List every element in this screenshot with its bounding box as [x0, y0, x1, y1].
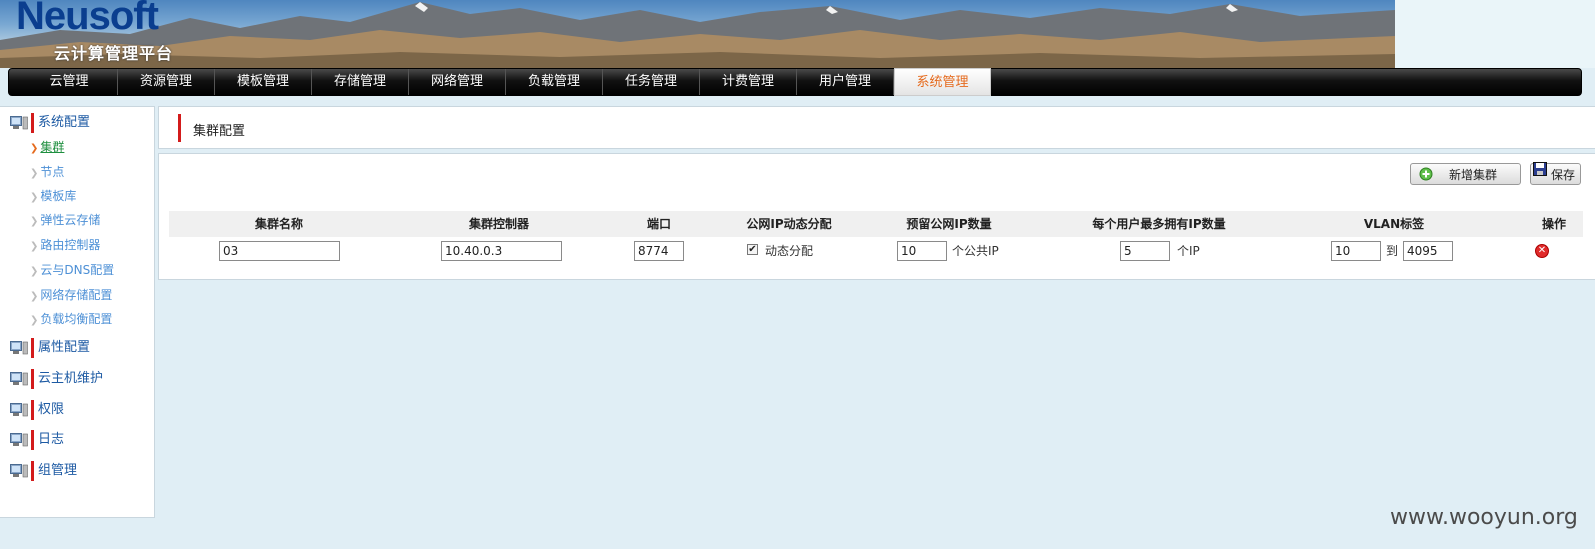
header-port: 端口 — [646, 217, 671, 231]
page-title: 集群配置 — [193, 124, 246, 139]
header-vlan-tag: VLAN标签 — [1363, 217, 1425, 231]
table-header: 集群名称 集群控制器 端口 公网IP动态分配 预留公网IP数量 每个用户最多拥有… — [169, 211, 1583, 237]
sidebar-item-cloud-dns-config[interactable]: ❯ 云与DNS配置 — [30, 261, 114, 279]
chevron-right-icon: ❯ — [30, 192, 39, 203]
header-cluster-name: 集群名称 — [254, 217, 303, 231]
chevron-right-icon: ❯ — [30, 143, 39, 154]
sidebar-section-label: 属性配置 — [38, 340, 91, 355]
tab-resource-management[interactable]: 资源管理 — [118, 69, 215, 95]
section-marker — [31, 113, 34, 133]
section-marker — [31, 338, 34, 358]
mountain-banner — [0, 0, 1395, 68]
sidebar-item-elastic-storage[interactable]: ❯ 弹性云存储 — [30, 211, 100, 229]
sidebar-item-network-storage-config[interactable]: ❯ 网络存储配置 — [30, 286, 112, 304]
add-icon — [1419, 167, 1433, 181]
chevron-right-icon: ❯ — [30, 266, 39, 277]
section-marker — [31, 461, 34, 481]
section-marker — [31, 369, 34, 389]
section-marker — [31, 400, 34, 420]
delete-icon[interactable]: ✕ — [1535, 244, 1549, 258]
title-marker — [178, 114, 181, 142]
chevron-right-icon: ❯ — [30, 241, 39, 252]
page-title-panel: 集群配置 — [158, 106, 1595, 149]
tab-task-management[interactable]: 任务管理 — [603, 69, 700, 95]
computer-icon — [10, 464, 28, 478]
sidebar: 系统配置 ❯ 集群 ❯ 节点 ❯ 模板库 ❯ 弹性云存储 ❯ 路由控制器 ❯ 云与DNS配置… — [0, 106, 155, 518]
tab-system-management[interactable]: 系统管理 — [894, 68, 991, 96]
computer-icon — [10, 433, 28, 447]
tab-user-management[interactable]: 用户管理 — [797, 69, 894, 95]
vlan-to-label: 到 — [1386, 244, 1399, 258]
save-button[interactable]: 保存 — [1530, 162, 1581, 185]
computer-icon — [10, 372, 28, 386]
computer-icon — [10, 116, 28, 130]
sidebar-section-label: 组管理 — [38, 463, 78, 478]
sidebar-item-router-controller[interactable]: ❯ 路由控制器 — [30, 236, 100, 254]
add-cluster-button[interactable]: 新增集群 — [1410, 163, 1521, 185]
sidebar-item-load-balance-config[interactable]: ❯ 负载均衡配置 — [30, 310, 112, 328]
sidebar-section-label: 云主机维护 — [38, 371, 104, 386]
chevron-right-icon: ❯ — [30, 315, 39, 326]
vlan-from-input[interactable] — [1331, 241, 1381, 261]
header-cluster-controller: 集群控制器 — [468, 217, 529, 231]
dynamic-ip-checkbox[interactable]: ✔ — [747, 244, 758, 255]
header: Neusoft 云计算管理平台 — [0, 0, 1595, 68]
chevron-right-icon: ❯ — [30, 291, 39, 302]
chevron-right-icon: ❯ — [30, 168, 39, 179]
sidebar-item-cluster[interactable]: ❯ 集群 — [30, 138, 64, 156]
neusoft-logo: Neusoft — [16, 0, 159, 38]
sidebar-item-template-library[interactable]: ❯ 模板库 — [30, 187, 76, 205]
computer-icon — [10, 341, 28, 355]
header-max-ip-per-user: 每个用户最多拥有IP数量 — [1092, 217, 1226, 231]
tab-load-management[interactable]: 负载管理 — [506, 69, 603, 95]
tab-network-management[interactable]: 网络管理 — [409, 69, 506, 95]
header-reserved-ip: 预留公网IP数量 — [906, 217, 992, 231]
dynamic-ip-label: 动态分配 — [765, 244, 814, 258]
section-marker — [31, 430, 34, 450]
watermark: www.wooyun.org — [1390, 505, 1578, 530]
mountain-landscape-image — [0, 2, 1395, 68]
chevron-right-icon: ❯ — [30, 216, 39, 227]
header-dynamic-ip: 公网IP动态分配 — [746, 217, 832, 231]
cluster-name-input[interactable] — [219, 241, 340, 261]
main-nav: 云管理 资源管理 模板管理 存储管理 网络管理 负载管理 任务管理 计费管理 用… — [8, 68, 1582, 96]
reserved-ip-unit: 个公共IP — [952, 244, 999, 258]
cluster-config-panel: 新增集群 保存 集群名称 集群控制器 端口 公网IP动态分配 预留公网IP数量 … — [158, 153, 1595, 280]
platform-subtitle: 云计算管理平台 — [54, 44, 174, 63]
max-ip-input[interactable] — [1120, 241, 1170, 261]
header-actions: 操作 — [1541, 217, 1566, 231]
sidebar-item-node[interactable]: ❯ 节点 — [30, 163, 64, 181]
max-ip-unit: 个IP — [1177, 244, 1200, 258]
cluster-controller-input[interactable] — [441, 241, 562, 261]
tab-cloud-management[interactable]: 云管理 — [21, 69, 118, 95]
port-input[interactable] — [634, 241, 684, 261]
computer-icon — [10, 403, 28, 417]
sidebar-section-label: 权限 — [38, 402, 65, 417]
tab-billing-management[interactable]: 计费管理 — [700, 69, 797, 95]
vlan-to-input[interactable] — [1403, 241, 1453, 261]
reserved-ip-input[interactable] — [897, 241, 947, 261]
sidebar-section-label: 日志 — [38, 432, 65, 447]
tab-template-management[interactable]: 模板管理 — [215, 69, 312, 95]
tab-storage-management[interactable]: 存储管理 — [312, 69, 409, 95]
sidebar-section-label: 系统配置 — [38, 115, 91, 130]
floppy-disk-icon — [1533, 162, 1547, 176]
